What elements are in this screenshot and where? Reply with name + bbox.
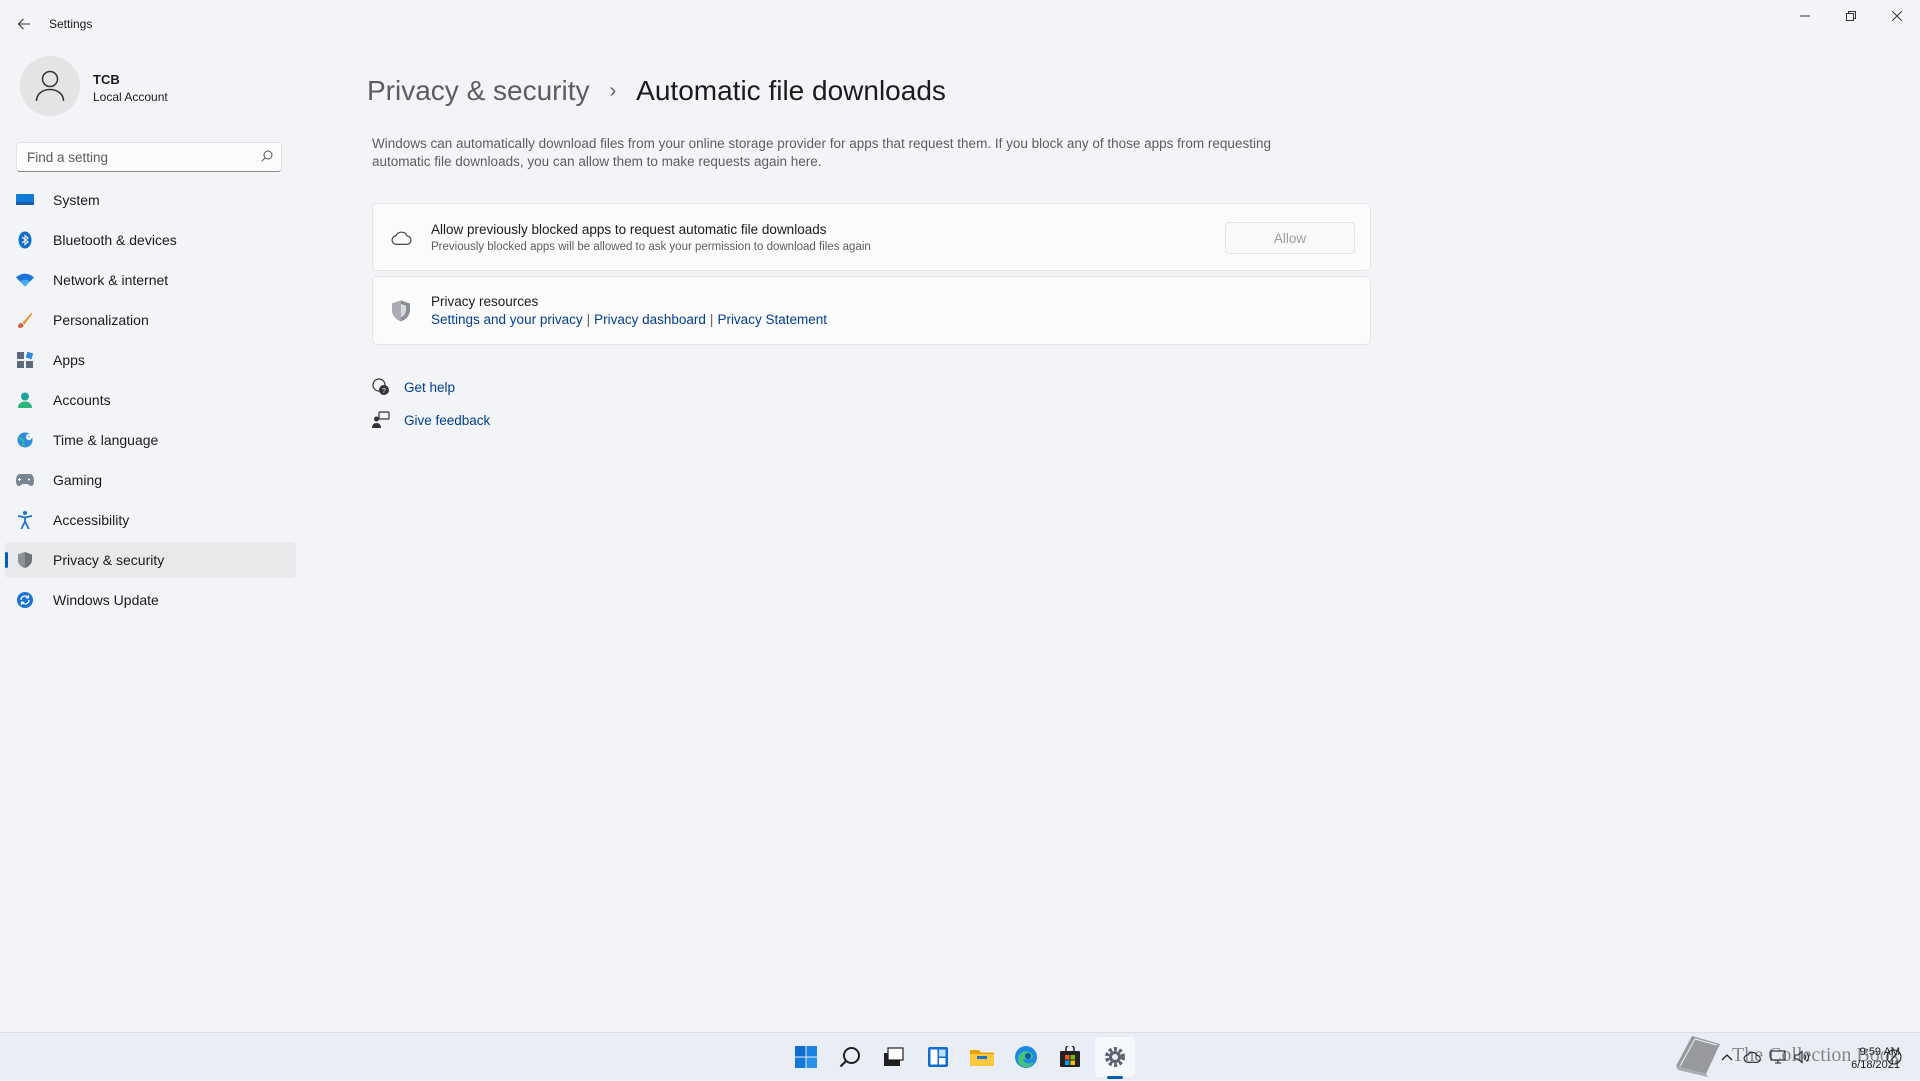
sidebar-item-accounts[interactable]: Accounts	[5, 382, 296, 418]
profile-account-type: Local Account	[93, 90, 168, 104]
sidebar-item-personalization[interactable]: Personalization	[5, 302, 296, 338]
link-separator: |	[586, 312, 591, 327]
give-feedback-link[interactable]: Give feedback	[372, 411, 490, 429]
sidebar-item-label: Accessibility	[53, 512, 130, 528]
allow-card-title: Allow previously blocked apps to request…	[431, 222, 827, 237]
link-separator: |	[709, 312, 714, 327]
settings-icon[interactable]	[1095, 1037, 1135, 1077]
settings-window: Settings TCB Local Account System Blueto…	[0, 0, 1920, 1032]
bluetooth-icon	[16, 231, 34, 249]
back-arrow-icon	[17, 18, 30, 30]
sidebar-item-label: System	[53, 192, 100, 208]
allow-button[interactable]: Allow	[1225, 222, 1355, 254]
sidebar-item-label: Personalization	[53, 312, 149, 328]
brush-icon	[16, 311, 34, 329]
widgets-icon[interactable]	[918, 1037, 958, 1077]
privacy-links: Settings and your privacy | Privacy dash…	[431, 312, 827, 327]
sidebar-item-label: Accounts	[53, 392, 111, 408]
accessibility-icon	[16, 511, 34, 529]
taskbar: 9:59 AM 6/18/2021	[0, 1032, 1920, 1080]
file-explorer-icon[interactable]	[962, 1037, 1002, 1077]
sidebar-item-label: Apps	[53, 352, 85, 368]
allow-blocked-apps-card: Allow previously blocked apps to request…	[372, 203, 1371, 271]
feedback-icon	[372, 411, 390, 429]
app-title: Settings	[49, 17, 93, 31]
page-title: Automatic file downloads	[636, 75, 946, 106]
shield-icon	[390, 300, 412, 322]
give-feedback-label[interactable]: Give feedback	[404, 413, 490, 428]
privacy-resources-card: Privacy resources Settings and your priv…	[372, 276, 1371, 345]
sidebar-item-privacy-security[interactable]: Privacy & security	[5, 542, 296, 578]
book-icon	[1676, 1036, 1720, 1077]
sidebar-item-accessibility[interactable]: Accessibility	[5, 502, 296, 538]
search-input[interactable]	[27, 143, 247, 171]
close-icon	[1892, 11, 1902, 21]
get-help-link[interactable]: ? Get help	[372, 378, 455, 396]
sidebar-item-label: Privacy & security	[53, 552, 165, 568]
get-help-label[interactable]: Get help	[404, 380, 455, 395]
close-button[interactable]	[1874, 0, 1920, 32]
watermark-text: The Collection Book	[1732, 1044, 1900, 1066]
minimize-icon	[1800, 15, 1810, 17]
breadcrumb-parent[interactable]: Privacy & security	[367, 75, 590, 107]
page-description: Windows can automatically download files…	[372, 136, 1271, 169]
restore-icon	[1846, 11, 1856, 21]
sidebar-item-label: Gaming	[53, 472, 103, 488]
title-bar: Settings	[0, 0, 1920, 48]
sidebar-item-windows-update[interactable]: Windows Update	[5, 582, 296, 618]
minimize-button[interactable]	[1782, 0, 1828, 32]
gamepad-icon	[16, 471, 34, 489]
help-chat-icon: ?	[372, 378, 390, 396]
breadcrumb: Privacy & security › Automatic file down…	[367, 75, 946, 107]
cloud-icon	[390, 227, 412, 249]
watermark: The Collection Book	[1670, 1030, 1910, 1080]
sidebar-item-label: Time & language	[53, 432, 159, 448]
sidebar-item-system[interactable]: System	[5, 182, 296, 218]
back-button[interactable]	[10, 10, 38, 38]
sidebar-item-gaming[interactable]: Gaming	[5, 462, 296, 498]
update-icon	[16, 591, 34, 609]
privacy-statement-link[interactable]: Privacy Statement	[717, 312, 827, 327]
person-icon	[16, 391, 34, 409]
profile-name: TCB	[93, 72, 120, 87]
sidebar-item-bluetooth[interactable]: Bluetooth & devices	[5, 222, 296, 258]
sidebar-item-time-language[interactable]: Time & language	[5, 422, 296, 458]
active-app-indicator	[1107, 1076, 1123, 1079]
allow-card-subtitle: Previously blocked apps will be allowed …	[431, 241, 871, 253]
globe-clock-icon	[16, 431, 34, 449]
person-icon	[35, 70, 65, 102]
wifi-icon	[16, 271, 34, 289]
restore-button[interactable]	[1828, 0, 1874, 32]
search-icon[interactable]	[830, 1037, 870, 1077]
privacy-dashboard-link[interactable]: Privacy dashboard	[594, 312, 706, 327]
sidebar-item-label: Network & internet	[53, 272, 169, 288]
apps-icon	[16, 351, 34, 369]
store-icon[interactable]	[1050, 1037, 1090, 1077]
settings-and-your-privacy-link[interactable]: Settings and your privacy	[431, 312, 583, 327]
sidebar-item-apps[interactable]: Apps	[5, 342, 296, 378]
sidebar-item-label: Bluetooth & devices	[53, 232, 177, 248]
task-view-icon[interactable]	[873, 1037, 913, 1077]
privacy-resources-title: Privacy resources	[431, 294, 539, 309]
sidebar-item-network[interactable]: Network & internet	[5, 262, 296, 298]
search-icon[interactable]	[261, 150, 273, 162]
sidebar-item-label: Windows Update	[53, 592, 159, 608]
search-box[interactable]	[16, 142, 282, 172]
svg-text:?: ?	[382, 388, 386, 395]
avatar	[20, 56, 80, 116]
sidebar-nav: System Bluetooth & devices Network & int…	[5, 182, 296, 622]
user-profile[interactable]: TCB Local Account	[20, 56, 280, 116]
start-icon[interactable]	[786, 1037, 826, 1077]
shield-icon	[16, 551, 34, 569]
monitor-icon	[16, 191, 34, 209]
breadcrumb-separator: ›	[609, 79, 617, 102]
edge-icon[interactable]	[1006, 1037, 1046, 1077]
